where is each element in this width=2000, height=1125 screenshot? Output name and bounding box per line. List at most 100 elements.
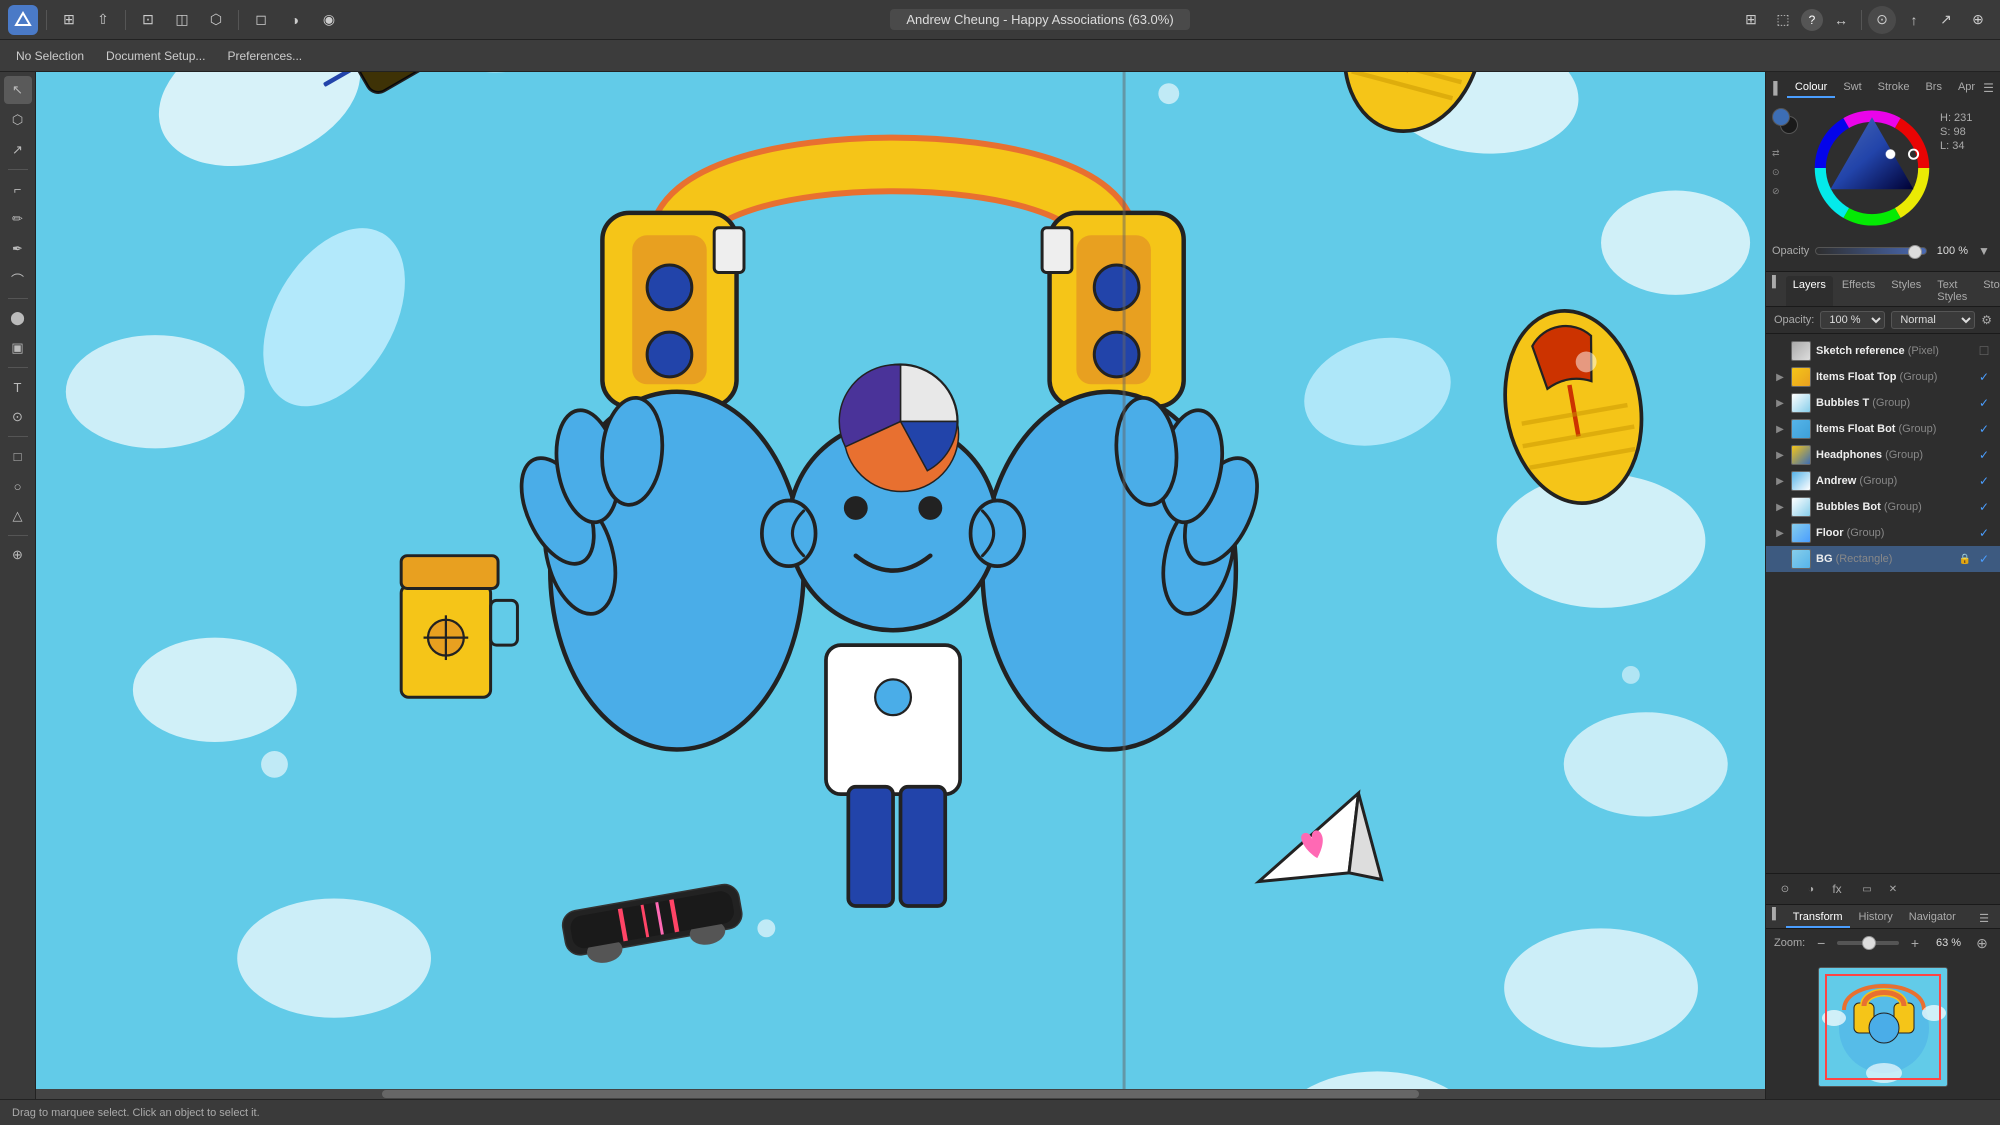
layer-expand-icon[interactable]: ▶	[1774, 449, 1786, 461]
layer-fx-icon[interactable]: ⊙	[1774, 878, 1796, 900]
toolbar-mode1-icon[interactable]: ◻	[247, 6, 275, 34]
layer-headphones[interactable]: ▶ Headphones (Group) ✓	[1766, 442, 2000, 468]
stroke-tab[interactable]: Stroke	[1870, 78, 1918, 98]
zoom-slider-track[interactable]	[1837, 941, 1899, 945]
persona-add-icon[interactable]: ⊕	[1964, 6, 1992, 34]
zoom-tool[interactable]: ⊕	[4, 541, 32, 569]
color-wheel[interactable]	[1812, 108, 1932, 228]
layer-floor[interactable]: ▶ Floor (Group) ✓	[1766, 520, 2000, 546]
reset-colors-icon[interactable]: ⊙	[1772, 167, 1804, 178]
toolbar-share-icon[interactable]: ⇧	[89, 6, 117, 34]
zoom-fit-btn[interactable]: ⊕	[1972, 933, 1992, 953]
pen-tool[interactable]: ✒	[4, 235, 32, 263]
layer-delete2-icon[interactable]: ✕	[1882, 878, 1904, 900]
no-fill-icon[interactable]: ⊘	[1772, 186, 1804, 197]
navigator-tab[interactable]: Navigator	[1902, 908, 1963, 928]
layer-expand-icon[interactable]: ▶	[1774, 475, 1786, 487]
pointer-tool[interactable]: ↖	[4, 76, 32, 104]
gradient-tool[interactable]: ▣	[4, 334, 32, 362]
layers-panel-collapse[interactable]: ▌	[1772, 276, 1780, 306]
node-tool[interactable]: ⬡	[4, 106, 32, 134]
ellipse-tool[interactable]: ○	[4, 472, 32, 500]
layer-visibility-toggle[interactable]: ✓	[1976, 421, 1992, 437]
canvas-scrollbar[interactable]	[36, 1089, 1765, 1099]
swap-colors-icon[interactable]: ⇄	[1772, 148, 1804, 159]
layer-andrew[interactable]: ▶ Andrew (Group) ✓	[1766, 468, 2000, 494]
layer-sketch-reference[interactable]: Sketch reference (Pixel) ☐	[1766, 338, 2000, 364]
canvas-area[interactable]	[36, 72, 1765, 1099]
transform-tool[interactable]: ↗	[4, 136, 32, 164]
layer-items-float-bot[interactable]: ▶ Items Float Bot (Group) ✓	[1766, 416, 2000, 442]
preferences-btn[interactable]: Preferences...	[219, 46, 310, 66]
apr-tab[interactable]: Apr	[1950, 78, 1983, 98]
document-setup-btn[interactable]: Document Setup...	[98, 46, 213, 66]
toolbar-frame-icon[interactable]: ⬡	[202, 6, 230, 34]
layer-items-float-top[interactable]: ▶ Items Float Top (Group) ✓	[1766, 364, 2000, 390]
app-icon[interactable]	[8, 5, 38, 35]
layer-visibility-toggle[interactable]: ☐	[1976, 343, 1992, 359]
layer-visibility-toggle[interactable]: ✓	[1976, 551, 1992, 567]
layer-expand-icon[interactable]: ▶	[1774, 371, 1786, 383]
opacity-slider[interactable]	[1815, 247, 1927, 255]
layer-visibility-toggle[interactable]: ✓	[1976, 473, 1992, 489]
toolbar-view1-icon[interactable]: ⊡	[134, 6, 162, 34]
zoom-in-btn[interactable]: +	[1905, 933, 1925, 953]
panel-collapse-btn[interactable]: ▌	[1772, 78, 1783, 98]
layer-expand-icon[interactable]: ▶	[1774, 397, 1786, 409]
swt-tab[interactable]: Swt	[1835, 78, 1869, 98]
persona-export-icon[interactable]: ↗	[1932, 6, 1960, 34]
help-icon[interactable]: ?	[1801, 9, 1823, 31]
eyedropper-tool[interactable]: ⊙	[4, 403, 32, 431]
corner-tool[interactable]: ⌐	[4, 175, 32, 203]
shape-tool[interactable]: △	[4, 502, 32, 530]
no-selection-btn[interactable]: No Selection	[8, 46, 92, 66]
zoom-slider-thumb[interactable]	[1862, 936, 1876, 950]
canvas-scrollbar-thumb[interactable]	[382, 1090, 1419, 1098]
history-tab[interactable]: History	[1852, 908, 1900, 928]
layer-opacity-select[interactable]: 100 % 75 % 50 % 25 %	[1820, 311, 1885, 329]
layers-tab[interactable]: Layers	[1786, 276, 1833, 306]
transform-tab[interactable]: Transform	[1786, 908, 1850, 928]
rectangle-tool[interactable]: □	[4, 442, 32, 470]
colour-tab[interactable]: Colour	[1787, 78, 1835, 98]
resize-icon[interactable]: ↔	[1827, 6, 1855, 34]
styles-tab[interactable]: Styles	[1884, 276, 1928, 306]
layer-settings-icon[interactable]: ⚙	[1981, 313, 1992, 327]
layer-blend-select[interactable]: Normal Multiply Screen Overlay	[1891, 311, 1975, 329]
effects-tab[interactable]: Effects	[1835, 276, 1882, 306]
layer-expand-icon[interactable]: ▶	[1774, 423, 1786, 435]
color-panel-gear[interactable]: ☰	[1983, 78, 1994, 98]
layer-expand-icon[interactable]: ▶	[1774, 527, 1786, 539]
layer-visibility-toggle[interactable]: ✓	[1976, 395, 1992, 411]
snap-icon[interactable]: ⊞	[1737, 6, 1765, 34]
text-tool[interactable]: T	[4, 373, 32, 401]
toolbar-new-icon[interactable]: ⊞	[55, 6, 83, 34]
text-styles-tab[interactable]: Text Styles	[1930, 276, 1974, 306]
persona-vector-icon[interactable]: ↑	[1900, 6, 1928, 34]
layer-adjust-icon[interactable]: fx	[1826, 878, 1848, 900]
toolbar-view2-icon[interactable]: ◫	[168, 6, 196, 34]
layer-visibility-toggle[interactable]: ✓	[1976, 369, 1992, 385]
layer-expand-icon[interactable]	[1774, 345, 1786, 357]
layer-visibility-toggle[interactable]: ✓	[1976, 525, 1992, 541]
brs-tab[interactable]: Brs	[1917, 78, 1950, 98]
stock-tab[interactable]: Stock	[1976, 276, 2000, 306]
toolbar-mode3-icon[interactable]: ◉	[315, 6, 343, 34]
background-swatch[interactable]	[1772, 108, 1790, 126]
persona-pixel-icon[interactable]: ⊙	[1868, 6, 1896, 34]
opacity-slider-thumb[interactable]	[1908, 245, 1922, 259]
layer-mask-icon[interactable]: ◑	[1800, 878, 1822, 900]
layer-visibility-toggle[interactable]: ✓	[1976, 447, 1992, 463]
zoom-out-btn[interactable]: −	[1811, 933, 1831, 953]
layer-expand-icon[interactable]	[1774, 553, 1786, 565]
toolbar-mode2-icon[interactable]: ◑	[281, 6, 309, 34]
layer-mask2-icon[interactable]: ▭	[1856, 878, 1878, 900]
layer-lock-icon[interactable]: 🔒	[1959, 554, 1971, 565]
navigator-thumbnail[interactable]	[1818, 967, 1948, 1087]
layer-bg[interactable]: BG (Rectangle) 🔒 ✓	[1766, 546, 2000, 572]
opacity-expand-icon[interactable]: ▼	[1974, 241, 1994, 261]
grid-icon[interactable]: ⬚	[1769, 6, 1797, 34]
layer-expand-icon[interactable]: ▶	[1774, 501, 1786, 513]
pencil-tool[interactable]: ✏	[4, 205, 32, 233]
color-wheel-container[interactable]	[1812, 108, 1932, 233]
